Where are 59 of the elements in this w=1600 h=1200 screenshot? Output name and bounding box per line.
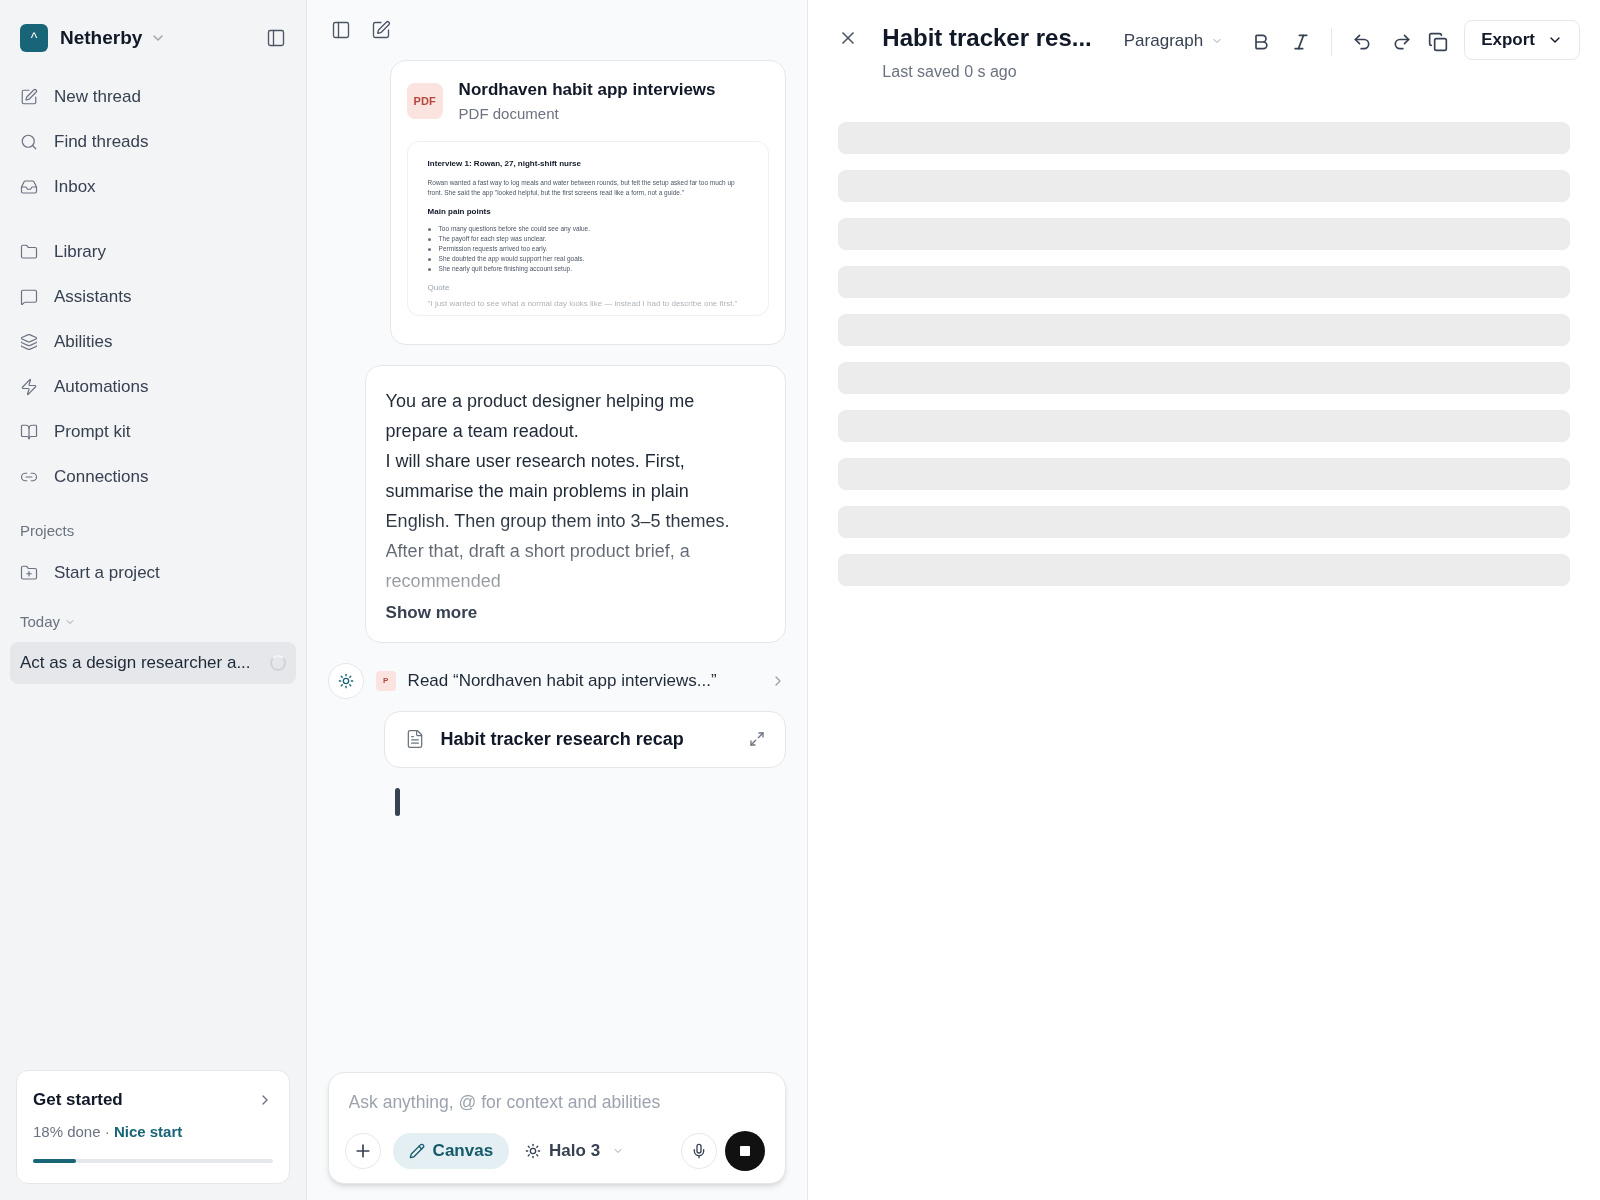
layers-icon	[20, 333, 38, 351]
export-button[interactable]: Export	[1464, 20, 1580, 60]
nav-item[interactable]: New thread	[0, 74, 306, 120]
section-heading: Projects	[19, 520, 76, 541]
nav-item[interactable]: Assistants	[0, 274, 306, 320]
sidebar-toggle-icon[interactable]	[330, 20, 351, 40]
nav-item[interactable]: Start a project	[0, 550, 306, 595]
preview-subheading: Main pain points	[427, 206, 492, 218]
pdf-badge: PDF	[406, 83, 443, 119]
expand-icon[interactable]	[749, 731, 766, 747]
workspace-logo: ^	[20, 24, 48, 53]
folder-plus-icon	[20, 563, 38, 582]
saved-status: Last saved 0 s ago	[882, 62, 1018, 82]
show-more-link[interactable]: Show more	[385, 600, 478, 626]
preview-subheading: Quote	[427, 282, 451, 294]
attachment-subtitle: PDF document	[458, 103, 560, 124]
document-card[interactable]: Habit tracker research recap	[383, 710, 787, 768]
section-heading: Today	[20, 612, 61, 632]
document-title: Habit tracker res...	[882, 24, 1092, 52]
document-title: Habit tracker research recap	[440, 727, 684, 751]
nav-item[interactable]: Prompt kit	[0, 409, 306, 455]
book-icon	[20, 423, 38, 441]
edit-icon[interactable]	[370, 20, 391, 40]
nav-item[interactable]: Inbox	[0, 164, 306, 210]
redo-icon[interactable]	[1392, 32, 1413, 52]
stop-button[interactable]	[725, 1131, 766, 1171]
chat-bubble-icon	[20, 288, 38, 306]
pencil-icon	[408, 1143, 425, 1159]
workspace-name[interactable]: Netherby	[60, 24, 143, 53]
get-started-card[interactable]: Get started 18% done · Nice start	[16, 1070, 290, 1184]
copy-icon[interactable]	[1428, 32, 1449, 52]
step-badge: P	[375, 670, 396, 691]
canvas-toggle[interactable]: Canvas	[392, 1133, 510, 1169]
search-icon	[20, 133, 38, 151]
lightning-icon	[20, 378, 38, 396]
message-input[interactable]: Ask anything, @ for context and abilities	[348, 1088, 766, 1115]
nav-item[interactable]: Abilities	[0, 319, 306, 365]
edit-icon	[20, 88, 38, 106]
block-type-dropdown[interactable]: Paragraph	[1123, 28, 1224, 54]
stop-icon	[740, 1146, 751, 1156]
thread-item[interactable]: Act as a design researcher a...	[10, 641, 296, 684]
preview-heading: Interview 1: Rowan, 27, night-shift nurse	[427, 158, 582, 170]
nav-item[interactable]: Library	[0, 229, 306, 275]
model-selector[interactable]: Halo 3	[525, 1138, 625, 1164]
nav-item[interactable]: Find threads	[0, 119, 306, 165]
progress-text: 18% done · Nice start	[33, 1121, 184, 1142]
step-text[interactable]: Read “Nordhaven habit app interviews...”	[407, 667, 717, 694]
nav-item[interactable]: Connections	[0, 454, 306, 500]
sun-icon	[337, 672, 354, 689]
sidebar-toggle-icon[interactable]	[265, 28, 286, 49]
attachment-card[interactable]	[389, 60, 787, 345]
nav-item[interactable]: Automations	[0, 364, 306, 410]
inbox-icon	[20, 178, 38, 196]
attachment-title: Nordhaven habit app interviews	[458, 79, 716, 101]
preview-quote: "I just wanted to see what a normal day looks like — instead I had to describe one first."	[427, 298, 739, 310]
sun-icon	[525, 1143, 542, 1159]
card-title: Get started	[33, 1089, 123, 1111]
message-text: You are a product designer helping me prepare a team readout. I will share user research notes. First, summarise the main problems in plain English. Then group them into 3–5 themes. After that, draft a short product brief, a recommended	[385, 390, 731, 593]
folder-icon	[20, 243, 38, 261]
